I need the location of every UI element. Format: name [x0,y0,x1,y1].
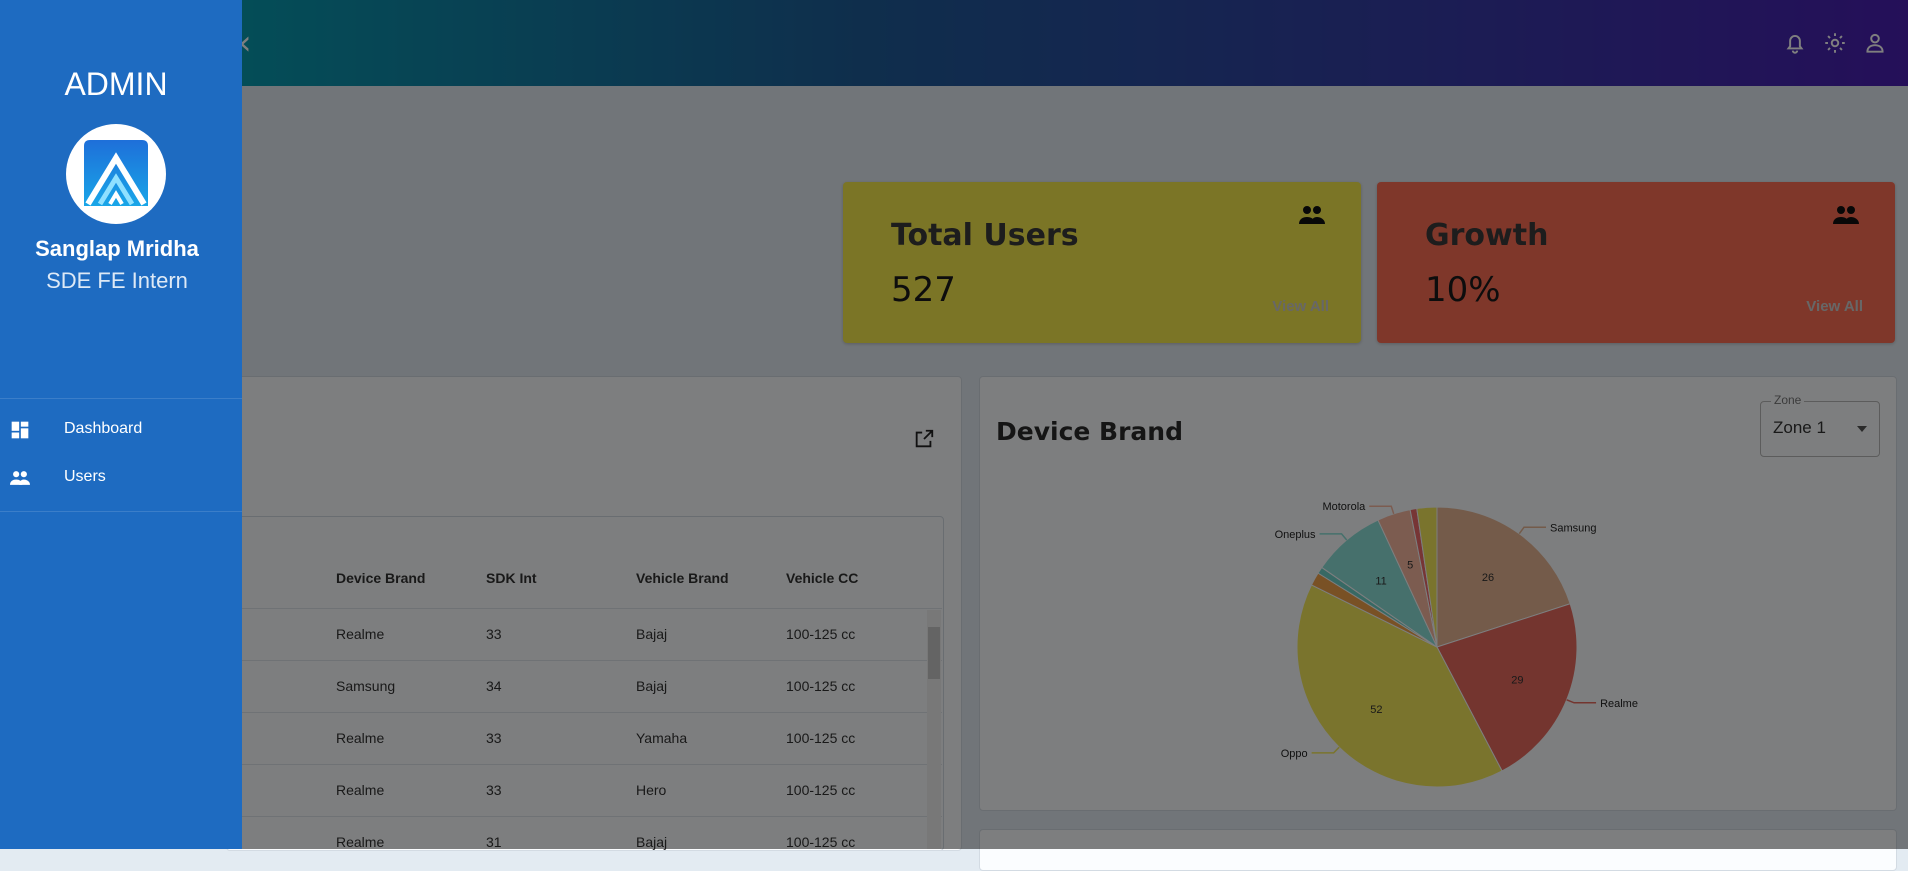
sidebar-item-dashboard[interactable]: Dashboard [0,408,242,452]
sidebar-item-label: Dashboard [64,420,143,437]
sidebar-title: ADMIN [64,66,168,102]
sidebar-drawer: ADMIN Sanglap Mridha SDE FE Intern Dashb… [0,0,242,849]
user-role: SDE FE Intern [46,268,188,293]
sidebar-divider [0,511,242,512]
sidebar-item-label: Users [64,468,106,485]
sidebar-divider [0,398,242,399]
users-icon [10,471,30,485]
app-root: ‹ Total Users 527 View All Growth 10% Vi… [0,0,1908,871]
avatar [66,124,166,224]
sidebar-item-users[interactable]: Users [0,456,242,500]
modal-backdrop[interactable] [0,0,1908,849]
dashboard-icon [11,421,29,439]
user-name: Sanglap Mridha [35,236,199,261]
